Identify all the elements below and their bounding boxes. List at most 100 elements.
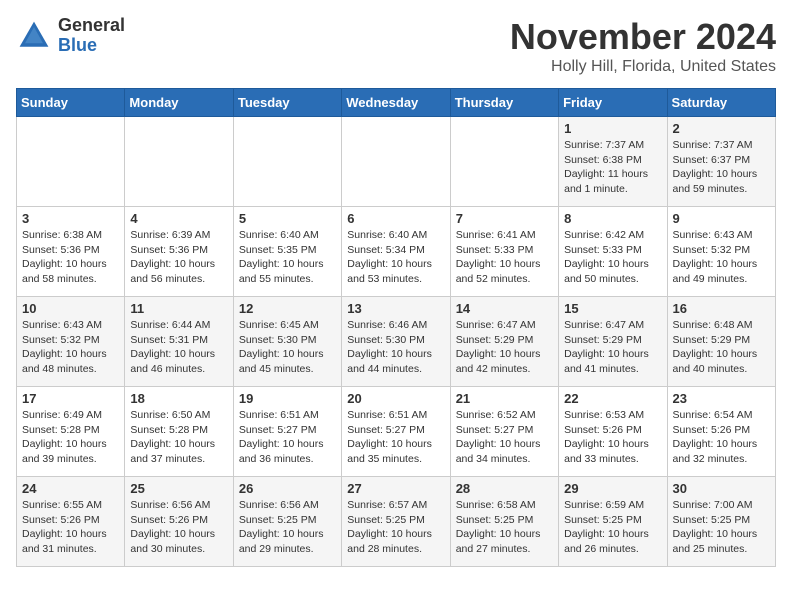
- calendar-cell: [125, 117, 233, 207]
- calendar-cell: 21Sunrise: 6:52 AM Sunset: 5:27 PM Dayli…: [450, 387, 558, 477]
- day-number: 10: [22, 301, 119, 316]
- week-row-4: 24Sunrise: 6:55 AM Sunset: 5:26 PM Dayli…: [17, 477, 776, 567]
- logo-icon: [16, 18, 52, 54]
- calendar-cell: 20 Sunrise: 6:51 AM Sunset: 5:27 PM Dayli…: [342, 387, 450, 477]
- calendar-cell: 18 Sunrise: 6:50 AM Sunset: 5:28 PM Dayli…: [125, 387, 233, 477]
- weekday-header-monday: Monday: [125, 89, 233, 117]
- day-info: Sunrise: 6:50 AM Sunset: 5:28 PM Dayligh…: [130, 408, 227, 467]
- calendar-cell: 29Sunrise: 6:59 AM Sunset: 5:25 PM Dayli…: [559, 477, 667, 567]
- weekday-header-thursday: Thursday: [450, 89, 558, 117]
- logo-general: General: [58, 16, 125, 36]
- calendar-cell: 19 Sunrise: 6:51 AM Sunset: 5:27 PM Dayli…: [233, 387, 341, 477]
- weekday-header-friday: Friday: [559, 89, 667, 117]
- day-info: Sunrise: 6:57 AM Sunset: 5:25 PM Dayligh…: [347, 498, 444, 557]
- calendar-cell: 14 Sunrise: 6:47 AM Sunset: 5:29 PM Dayli…: [450, 297, 558, 387]
- day-info: Sunrise: 6:47 AM Sunset: 5:29 PM Dayligh…: [564, 318, 661, 377]
- calendar-cell: 1 Sunrise: 7:37 AM Sunset: 6:38 PM Daylig…: [559, 117, 667, 207]
- day-number: 5: [239, 211, 336, 226]
- day-info: Sunrise: 6:43 AM Sunset: 5:32 PM Dayligh…: [22, 318, 119, 377]
- calendar-cell: 3 Sunrise: 6:38 AM Sunset: 5:36 PM Daylig…: [17, 207, 125, 297]
- day-number: 8: [564, 211, 661, 226]
- day-number: 4: [130, 211, 227, 226]
- day-number: 15: [564, 301, 661, 316]
- day-number: 16: [673, 301, 770, 316]
- logo-blue: Blue: [58, 36, 125, 56]
- day-number: 22: [564, 391, 661, 406]
- day-number: 9: [673, 211, 770, 226]
- week-row-2: 10 Sunrise: 6:43 AM Sunset: 5:32 PM Dayli…: [17, 297, 776, 387]
- week-row-1: 3 Sunrise: 6:38 AM Sunset: 5:36 PM Daylig…: [17, 207, 776, 297]
- calendar-cell: 11 Sunrise: 6:44 AM Sunset: 5:31 PM Dayli…: [125, 297, 233, 387]
- day-number: 11: [130, 301, 227, 316]
- calendar-cell: 26Sunrise: 6:56 AM Sunset: 5:25 PM Dayli…: [233, 477, 341, 567]
- day-info: Sunrise: 6:44 AM Sunset: 5:31 PM Dayligh…: [130, 318, 227, 377]
- month-title: November 2024: [510, 16, 776, 58]
- calendar-cell: 15 Sunrise: 6:47 AM Sunset: 5:29 PM Dayli…: [559, 297, 667, 387]
- calendar-cell: [342, 117, 450, 207]
- day-number: 24: [22, 481, 119, 496]
- day-info: Sunrise: 7:37 AM Sunset: 6:38 PM Dayligh…: [564, 138, 661, 197]
- day-number: 1: [564, 121, 661, 136]
- day-number: 14: [456, 301, 553, 316]
- calendar-cell: 10 Sunrise: 6:43 AM Sunset: 5:32 PM Dayli…: [17, 297, 125, 387]
- day-number: 3: [22, 211, 119, 226]
- day-number: 25: [130, 481, 227, 496]
- calendar-cell: [450, 117, 558, 207]
- calendar-cell: 8Sunrise: 6:42 AM Sunset: 5:33 PM Daylig…: [559, 207, 667, 297]
- calendar-cell: 4 Sunrise: 6:39 AM Sunset: 5:36 PM Daylig…: [125, 207, 233, 297]
- day-number: 12: [239, 301, 336, 316]
- weekday-header-sunday: Sunday: [17, 89, 125, 117]
- week-row-3: 17 Sunrise: 6:49 AM Sunset: 5:28 PM Dayli…: [17, 387, 776, 477]
- calendar-cell: 24Sunrise: 6:55 AM Sunset: 5:26 PM Dayli…: [17, 477, 125, 567]
- week-row-0: 1 Sunrise: 7:37 AM Sunset: 6:38 PM Daylig…: [17, 117, 776, 207]
- day-number: 18: [130, 391, 227, 406]
- calendar-cell: 6Sunrise: 6:40 AM Sunset: 5:34 PM Daylig…: [342, 207, 450, 297]
- calendar-cell: 9Sunrise: 6:43 AM Sunset: 5:32 PM Daylig…: [667, 207, 775, 297]
- location-title: Holly Hill, Florida, United States: [510, 58, 776, 76]
- day-number: 29: [564, 481, 661, 496]
- day-info: Sunrise: 6:40 AM Sunset: 5:34 PM Dayligh…: [347, 228, 444, 287]
- day-number: 2: [673, 121, 770, 136]
- calendar-cell: 13Sunrise: 6:46 AM Sunset: 5:30 PM Dayli…: [342, 297, 450, 387]
- day-number: 23: [673, 391, 770, 406]
- day-info: Sunrise: 6:39 AM Sunset: 5:36 PM Dayligh…: [130, 228, 227, 287]
- day-number: 19: [239, 391, 336, 406]
- day-info: Sunrise: 6:51 AM Sunset: 5:27 PM Dayligh…: [239, 408, 336, 467]
- day-info: Sunrise: 6:40 AM Sunset: 5:35 PM Dayligh…: [239, 228, 336, 287]
- calendar-cell: 22 Sunrise: 6:53 AM Sunset: 5:26 PM Dayli…: [559, 387, 667, 477]
- day-info: Sunrise: 6:53 AM Sunset: 5:26 PM Dayligh…: [564, 408, 661, 467]
- calendar-cell: 25Sunrise: 6:56 AM Sunset: 5:26 PM Dayli…: [125, 477, 233, 567]
- calendar-cell: 12 Sunrise: 6:45 AM Sunset: 5:30 PM Dayli…: [233, 297, 341, 387]
- day-info: Sunrise: 7:00 AM Sunset: 5:25 PM Dayligh…: [673, 498, 770, 557]
- day-number: 20: [347, 391, 444, 406]
- weekday-header-row: SundayMondayTuesdayWednesdayThursdayFrid…: [17, 89, 776, 117]
- day-info: Sunrise: 6:54 AM Sunset: 5:26 PM Dayligh…: [673, 408, 770, 467]
- weekday-header-saturday: Saturday: [667, 89, 775, 117]
- day-info: Sunrise: 6:38 AM Sunset: 5:36 PM Dayligh…: [22, 228, 119, 287]
- day-info: Sunrise: 6:51 AM Sunset: 5:27 PM Dayligh…: [347, 408, 444, 467]
- day-info: Sunrise: 7:37 AM Sunset: 6:37 PM Dayligh…: [673, 138, 770, 197]
- calendar-cell: 23 Sunrise: 6:54 AM Sunset: 5:26 PM Dayli…: [667, 387, 775, 477]
- calendar-cell: 28 Sunrise: 6:58 AM Sunset: 5:25 PM Dayli…: [450, 477, 558, 567]
- calendar-cell: 16Sunrise: 6:48 AM Sunset: 5:29 PM Dayli…: [667, 297, 775, 387]
- page-header: General Blue November 2024 Holly Hill, F…: [16, 16, 776, 76]
- day-number: 17: [22, 391, 119, 406]
- day-info: Sunrise: 6:49 AM Sunset: 5:28 PM Dayligh…: [22, 408, 119, 467]
- calendar-cell: 2 Sunrise: 7:37 AM Sunset: 6:37 PM Daylig…: [667, 117, 775, 207]
- day-info: Sunrise: 6:45 AM Sunset: 5:30 PM Dayligh…: [239, 318, 336, 377]
- day-number: 26: [239, 481, 336, 496]
- weekday-header-tuesday: Tuesday: [233, 89, 341, 117]
- day-number: 28: [456, 481, 553, 496]
- calendar-cell: 27Sunrise: 6:57 AM Sunset: 5:25 PM Dayli…: [342, 477, 450, 567]
- day-info: Sunrise: 6:47 AM Sunset: 5:29 PM Dayligh…: [456, 318, 553, 377]
- calendar-cell: 5 Sunrise: 6:40 AM Sunset: 5:35 PM Daylig…: [233, 207, 341, 297]
- calendar-cell: [17, 117, 125, 207]
- title-block: November 2024 Holly Hill, Florida, Unite…: [510, 16, 776, 76]
- day-info: Sunrise: 6:52 AM Sunset: 5:27 PM Dayligh…: [456, 408, 553, 467]
- calendar-cell: [233, 117, 341, 207]
- day-number: 30: [673, 481, 770, 496]
- day-info: Sunrise: 6:41 AM Sunset: 5:33 PM Dayligh…: [456, 228, 553, 287]
- calendar-cell: 7Sunrise: 6:41 AM Sunset: 5:33 PM Daylig…: [450, 207, 558, 297]
- day-info: Sunrise: 6:46 AM Sunset: 5:30 PM Dayligh…: [347, 318, 444, 377]
- day-info: Sunrise: 6:58 AM Sunset: 5:25 PM Dayligh…: [456, 498, 553, 557]
